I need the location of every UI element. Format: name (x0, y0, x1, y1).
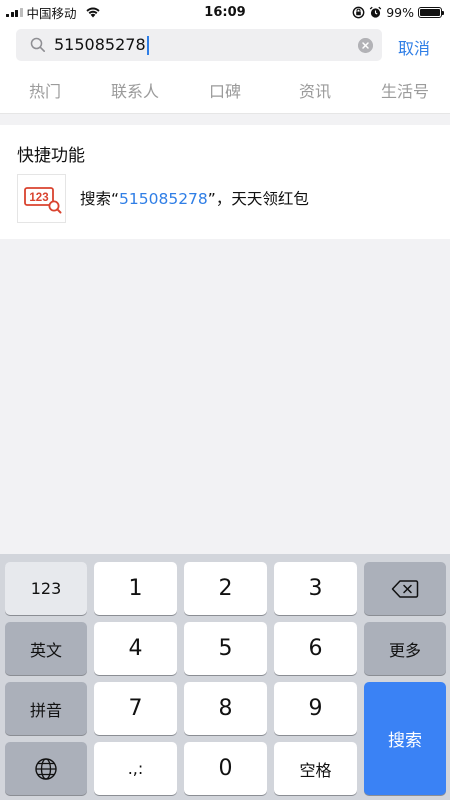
key-space[interactable]: 空格 (274, 742, 357, 795)
key-english[interactable]: 英文 (5, 622, 87, 675)
search-icon (30, 37, 45, 52)
battery-level-fill (420, 8, 440, 16)
battery-icon (418, 6, 444, 18)
section-title: 快捷功能 (17, 146, 85, 166)
key-9[interactable]: 9 (274, 682, 357, 735)
key-4[interactable]: 4 (94, 622, 177, 675)
wifi-icon (85, 7, 100, 18)
key-more[interactable]: 更多 (364, 622, 446, 675)
tab-koubei[interactable]: 口碑 (180, 70, 270, 113)
cellular-signal-icon (6, 7, 23, 17)
number-icon-text: 123 (29, 192, 48, 204)
quick-functions-section: 快捷功能 123 搜索“515085278”，天天领红包 (0, 125, 450, 239)
number-search-icon[interactable]: 123 (17, 174, 66, 223)
key-7[interactable]: 7 (94, 682, 177, 735)
clear-icon[interactable] (358, 38, 373, 53)
key-2[interactable]: 2 (184, 562, 267, 615)
cancel-button[interactable]: 取消 (398, 35, 430, 59)
category-tabs: 热门 联系人 口碑 资讯 生活号 (0, 70, 450, 114)
search-key[interactable]: 搜索 (364, 682, 446, 795)
numeric-keyboard: 123 英文 拼音 1 2 3 4 5 6 7 8 9 .,: 0 空格 更多 … (0, 554, 450, 800)
carrier-label: 中国移动 (26, 5, 77, 21)
item-suffix: ”，天天领红包 (207, 190, 309, 208)
key-pinyin[interactable]: 拼音 (5, 682, 87, 735)
number-search-icon-graphic: 123 (24, 187, 62, 214)
backspace-icon (391, 579, 419, 598)
item-query: 515085278 (119, 190, 208, 208)
tab-news[interactable]: 资讯 (270, 70, 360, 113)
search-header: 515085278 取消 (0, 24, 450, 70)
alarm-icon (369, 6, 382, 18)
key-0[interactable]: 0 (184, 742, 267, 795)
key-123[interactable]: 123 (5, 562, 87, 615)
key-5[interactable]: 5 (184, 622, 267, 675)
search-query-text: 515085278 (54, 35, 146, 54)
key-1[interactable]: 1 (94, 562, 177, 615)
orientation-lock-icon (352, 6, 365, 18)
key-3[interactable]: 3 (274, 562, 357, 615)
tab-hot[interactable]: 热门 (0, 70, 90, 113)
key-6[interactable]: 6 (274, 622, 357, 675)
key-8[interactable]: 8 (184, 682, 267, 735)
battery-percent: 99% (386, 4, 414, 20)
key-punctuation[interactable]: .,: (94, 742, 177, 795)
status-bar: 中国移动 16:09 99% (0, 0, 450, 24)
text-caret (146, 35, 149, 55)
search-input[interactable]: 515085278 (16, 29, 382, 61)
key-backspace[interactable] (364, 562, 446, 615)
item-prefix: 搜索“ (80, 190, 120, 208)
search-and-get-red-envelope-item[interactable]: 搜索“515085278”，天天领红包 (80, 187, 309, 209)
tab-life-accounts[interactable]: 生活号 (360, 70, 450, 113)
globe-icon (35, 757, 57, 780)
tab-contacts[interactable]: 联系人 (90, 70, 180, 113)
key-globe[interactable] (5, 742, 87, 795)
